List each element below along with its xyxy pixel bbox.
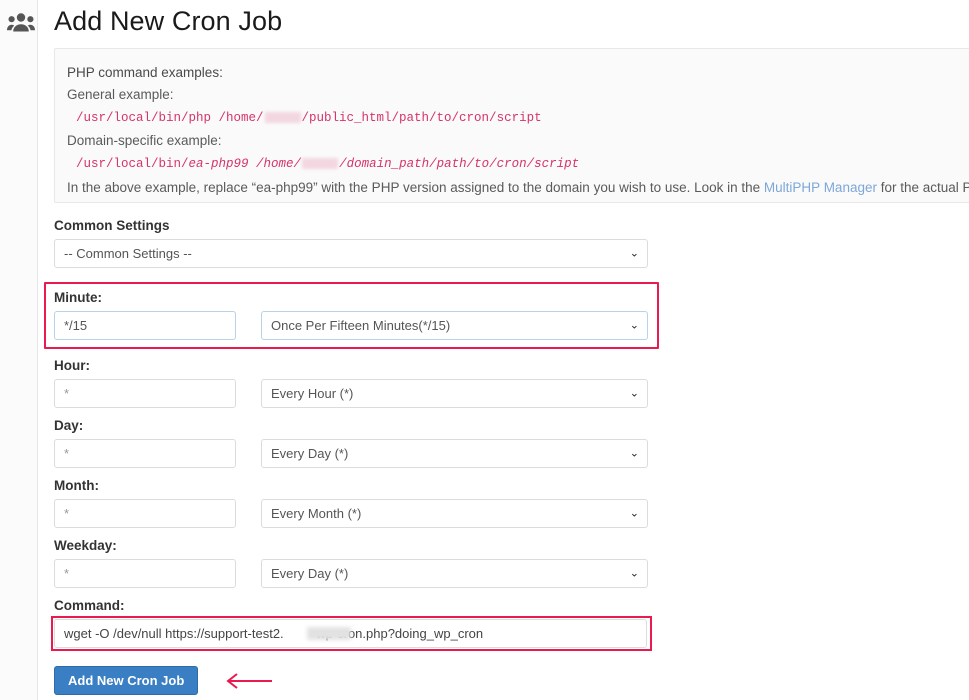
hour-inputs: Every Hour (*) ⌄: [54, 379, 954, 408]
month-input[interactable]: [54, 499, 236, 528]
general-example-label: General example:: [67, 87, 174, 102]
day-select-wrap: Every Day (*) ⌄: [261, 439, 648, 468]
general-example-code: /usr/local/bin/php /home/ /public_html/pa…: [67, 106, 969, 130]
hour-row: Hour: Every Hour (*) ⌄: [54, 358, 954, 408]
notice-footer: In the above example, replace “ea-php99”…: [67, 176, 969, 199]
submit-row: Add New Cron Job: [54, 666, 954, 695]
weekday-select-wrap: Every Day (*) ⌄: [261, 559, 648, 588]
minute-select[interactable]: Once Per Fifteen Minutes(*/15): [261, 311, 648, 340]
day-select[interactable]: Every Day (*): [261, 439, 648, 468]
notice-heading: PHP command examples:: [67, 65, 223, 80]
month-select[interactable]: Every Month (*): [261, 499, 648, 528]
common-settings-select-wrap: -- Common Settings -- ⌄: [54, 239, 648, 268]
command-label: Command:: [54, 598, 125, 613]
notice-footer-post: for the actual PHP version as: [880, 180, 969, 195]
general-code-pre: /usr/local/bin/php /home/: [76, 111, 264, 125]
minute-select-wrap: Once Per Fifteen Minutes(*/15) ⌄: [261, 311, 648, 340]
weekday-label: Weekday:: [54, 538, 117, 553]
command-row: Command:: [51, 598, 954, 651]
month-row: Month: Every Month (*) ⌄: [54, 478, 954, 528]
domain-code-mid: /home/: [248, 157, 302, 171]
domain-example-code: /usr/local/bin/ea-php99 /home/ /domain_pa…: [67, 152, 969, 176]
php-examples-notice: PHP command examples: General example: /…: [54, 48, 969, 203]
command-input-wrap: [51, 616, 954, 651]
day-input[interactable]: [54, 439, 236, 468]
weekday-inputs: Every Day (*) ⌄: [54, 559, 954, 588]
minute-input[interactable]: [54, 311, 236, 340]
annotation-arrow-icon: [220, 672, 273, 690]
main-content: Add New Cron Job PHP command examples: G…: [39, 0, 969, 700]
common-settings-label: Common Settings: [54, 218, 170, 233]
add-new-cron-job-button[interactable]: Add New Cron Job: [54, 666, 199, 695]
general-code-post: /public_html/path/to/cron/script: [301, 111, 542, 125]
domain-code-post: /domain_path/path/to/cron/script: [339, 157, 580, 171]
minute-row: Minute: Once Per Fifteen Minutes(*/15) ⌄: [44, 282, 954, 349]
page-title: Add New Cron Job: [54, 6, 283, 36]
common-settings-row: Common Settings -- Common Settings -- ⌄: [54, 218, 954, 268]
domain-example-label: Domain-specific example:: [67, 133, 222, 148]
day-label: Day:: [54, 418, 84, 433]
month-select-wrap: Every Month (*) ⌄: [261, 499, 648, 528]
hour-select[interactable]: Every Hour (*): [261, 379, 648, 408]
hour-input[interactable]: [54, 379, 236, 408]
users-group-icon: [7, 10, 35, 34]
notice-footer-pre: In the above example, replace “ea-php99”…: [67, 180, 764, 195]
hour-label: Hour:: [54, 358, 90, 373]
command-input[interactable]: [54, 619, 647, 648]
minute-inputs: Once Per Fifteen Minutes(*/15) ⌄: [54, 311, 954, 340]
multiphp-manager-link[interactable]: MultiPHP Manager: [764, 180, 877, 195]
cron-job-page: Add New Cron Job PHP command examples: G…: [0, 0, 969, 700]
domain-code-pre: /usr/local/bin/: [76, 157, 189, 171]
cron-form: Common Settings -- Common Settings -- ⌄ …: [44, 218, 954, 695]
month-label: Month:: [54, 478, 99, 493]
minute-label: Minute:: [54, 290, 102, 305]
weekday-row: Weekday: Every Day (*) ⌄: [54, 538, 954, 588]
weekday-select[interactable]: Every Day (*): [261, 559, 648, 588]
domain-code-ea-php: ea-php99: [188, 157, 249, 171]
hour-select-wrap: Every Hour (*) ⌄: [261, 379, 648, 408]
day-row: Day: Every Day (*) ⌄: [54, 418, 954, 468]
day-inputs: Every Day (*) ⌄: [54, 439, 954, 468]
common-settings-select[interactable]: -- Common Settings --: [54, 239, 648, 268]
redacted-username: [302, 158, 339, 170]
weekday-input[interactable]: [54, 559, 236, 588]
left-gutter: [0, 0, 38, 700]
month-inputs: Every Month (*) ⌄: [54, 499, 954, 528]
redacted-username: [264, 112, 301, 124]
